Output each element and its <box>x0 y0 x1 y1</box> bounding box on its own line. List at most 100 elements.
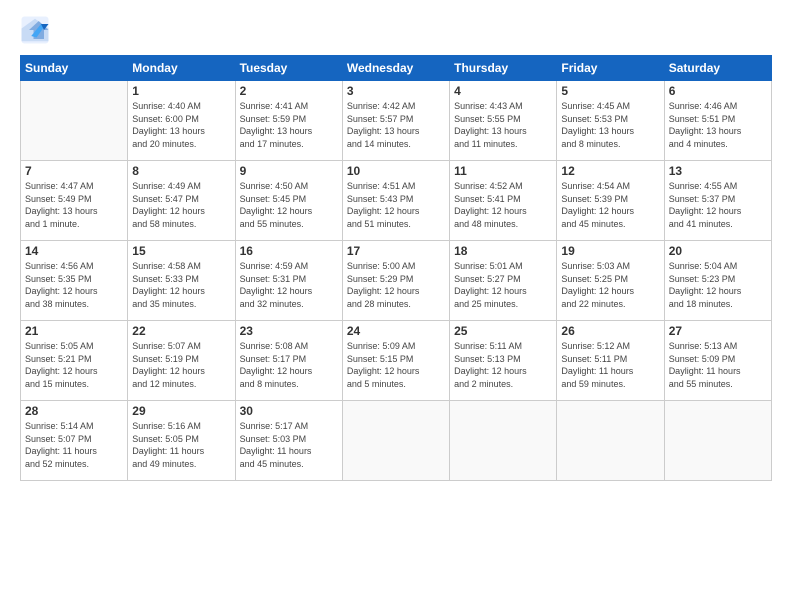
calendar-week-row: 1 Sunrise: 4:40 AM Sunset: 6:00 PM Daylig… <box>21 81 772 161</box>
day-number: 19 <box>561 244 659 258</box>
day-number: 12 <box>561 164 659 178</box>
calendar-table: SundayMondayTuesdayWednesdayThursdayFrid… <box>20 55 772 481</box>
calendar-cell: 7Sunrise: 4:47 AM Sunset: 5:49 PM Daylig… <box>21 161 128 241</box>
day-number: 3 <box>347 84 445 98</box>
calendar-cell: 12 Sunrise: 4:54 AM Sunset: 5:39 PM Dayli… <box>557 161 664 241</box>
day-detail: Sunrise: 5:13 AM Sunset: 5:09 PM Dayligh… <box>669 340 767 390</box>
weekday-header: Saturday <box>664 56 771 81</box>
calendar-cell: 3 Sunrise: 4:42 AM Sunset: 5:57 PM Daylig… <box>342 81 449 161</box>
day-detail: Sunrise: 5:07 AM Sunset: 5:19 PM Dayligh… <box>132 340 230 390</box>
day-detail: Sunrise: 4:41 AM Sunset: 5:59 PM Dayligh… <box>240 100 338 150</box>
day-number: 6 <box>669 84 767 98</box>
day-number: 5 <box>561 84 659 98</box>
day-detail: Sunrise: 4:59 AM Sunset: 5:31 PM Dayligh… <box>240 260 338 310</box>
day-number: 21 <box>25 324 123 338</box>
day-number: 30 <box>240 404 338 418</box>
calendar-cell: 21 Sunrise: 5:05 AM Sunset: 5:21 PM Dayli… <box>21 321 128 401</box>
calendar-cell <box>664 401 771 481</box>
day-detail: Sunrise: 4:50 AM Sunset: 5:45 PM Dayligh… <box>240 180 338 230</box>
day-number: 9 <box>240 164 338 178</box>
day-detail: Sunrise: 4:51 AM Sunset: 5:43 PM Dayligh… <box>347 180 445 230</box>
calendar-cell: 2 Sunrise: 4:41 AM Sunset: 5:59 PM Daylig… <box>235 81 342 161</box>
day-detail: Sunrise: 5:00 AM Sunset: 5:29 PM Dayligh… <box>347 260 445 310</box>
header <box>20 15 772 45</box>
day-detail: Sunrise: 5:04 AM Sunset: 5:23 PM Dayligh… <box>669 260 767 310</box>
calendar-cell: 4Sunrise: 4:43 AM Sunset: 5:55 PM Daylig… <box>450 81 557 161</box>
day-detail: Sunrise: 5:01 AM Sunset: 5:27 PM Dayligh… <box>454 260 552 310</box>
day-number: 17 <box>347 244 445 258</box>
calendar-cell: 19 Sunrise: 5:03 AM Sunset: 5:25 PM Dayli… <box>557 241 664 321</box>
calendar-cell: 11 Sunrise: 4:52 AM Sunset: 5:41 PM Dayli… <box>450 161 557 241</box>
calendar-week-row: 21 Sunrise: 5:05 AM Sunset: 5:21 PM Dayli… <box>21 321 772 401</box>
day-number: 29 <box>132 404 230 418</box>
calendar-cell: 9 Sunrise: 4:50 AM Sunset: 5:45 PM Daylig… <box>235 161 342 241</box>
day-detail: Sunrise: 5:14 AM Sunset: 5:07 PM Dayligh… <box>25 420 123 470</box>
day-detail: Sunrise: 4:49 AM Sunset: 5:47 PM Dayligh… <box>132 180 230 230</box>
calendar-cell: 1 Sunrise: 4:40 AM Sunset: 6:00 PM Daylig… <box>128 81 235 161</box>
day-detail: Sunrise: 5:11 AM Sunset: 5:13 PM Dayligh… <box>454 340 552 390</box>
calendar-week-row: 7Sunrise: 4:47 AM Sunset: 5:49 PM Daylig… <box>21 161 772 241</box>
logo <box>20 15 54 45</box>
day-detail: Sunrise: 5:12 AM Sunset: 5:11 PM Dayligh… <box>561 340 659 390</box>
day-detail: Sunrise: 5:08 AM Sunset: 5:17 PM Dayligh… <box>240 340 338 390</box>
page: SundayMondayTuesdayWednesdayThursdayFrid… <box>0 0 792 612</box>
calendar-cell: 5 Sunrise: 4:45 AM Sunset: 5:53 PM Daylig… <box>557 81 664 161</box>
day-number: 2 <box>240 84 338 98</box>
calendar-cell: 17 Sunrise: 5:00 AM Sunset: 5:29 PM Dayli… <box>342 241 449 321</box>
day-detail: Sunrise: 5:03 AM Sunset: 5:25 PM Dayligh… <box>561 260 659 310</box>
day-detail: Sunrise: 5:16 AM Sunset: 5:05 PM Dayligh… <box>132 420 230 470</box>
calendar-cell: 18 Sunrise: 5:01 AM Sunset: 5:27 PM Dayli… <box>450 241 557 321</box>
day-number: 16 <box>240 244 338 258</box>
day-detail: Sunrise: 4:40 AM Sunset: 6:00 PM Dayligh… <box>132 100 230 150</box>
calendar-cell: 24 Sunrise: 5:09 AM Sunset: 5:15 PM Dayli… <box>342 321 449 401</box>
day-number: 11 <box>454 164 552 178</box>
calendar-cell: 25Sunrise: 5:11 AM Sunset: 5:13 PM Dayli… <box>450 321 557 401</box>
calendar-cell: 15Sunrise: 4:58 AM Sunset: 5:33 PM Dayli… <box>128 241 235 321</box>
day-number: 28 <box>25 404 123 418</box>
day-number: 22 <box>132 324 230 338</box>
calendar-cell: 10 Sunrise: 4:51 AM Sunset: 5:43 PM Dayli… <box>342 161 449 241</box>
day-detail: Sunrise: 4:54 AM Sunset: 5:39 PM Dayligh… <box>561 180 659 230</box>
calendar-cell <box>557 401 664 481</box>
calendar-cell: 30Sunrise: 5:17 AM Sunset: 5:03 PM Dayli… <box>235 401 342 481</box>
day-number: 24 <box>347 324 445 338</box>
day-number: 23 <box>240 324 338 338</box>
calendar-week-row: 14 Sunrise: 4:56 AM Sunset: 5:35 PM Dayli… <box>21 241 772 321</box>
calendar-cell: 23 Sunrise: 5:08 AM Sunset: 5:17 PM Dayli… <box>235 321 342 401</box>
day-number: 18 <box>454 244 552 258</box>
calendar-cell: 14 Sunrise: 4:56 AM Sunset: 5:35 PM Dayli… <box>21 241 128 321</box>
weekday-header: Friday <box>557 56 664 81</box>
day-number: 15 <box>132 244 230 258</box>
day-number: 14 <box>25 244 123 258</box>
weekday-header: Sunday <box>21 56 128 81</box>
day-number: 10 <box>347 164 445 178</box>
weekday-header-row: SundayMondayTuesdayWednesdayThursdayFrid… <box>21 56 772 81</box>
calendar-cell: 20Sunrise: 5:04 AM Sunset: 5:23 PM Dayli… <box>664 241 771 321</box>
day-number: 27 <box>669 324 767 338</box>
calendar-cell: 13 Sunrise: 4:55 AM Sunset: 5:37 PM Dayli… <box>664 161 771 241</box>
day-detail: Sunrise: 4:52 AM Sunset: 5:41 PM Dayligh… <box>454 180 552 230</box>
day-number: 8 <box>132 164 230 178</box>
calendar-cell: 22 Sunrise: 5:07 AM Sunset: 5:19 PM Dayli… <box>128 321 235 401</box>
calendar-cell: 16 Sunrise: 4:59 AM Sunset: 5:31 PM Dayli… <box>235 241 342 321</box>
weekday-header: Thursday <box>450 56 557 81</box>
day-detail: Sunrise: 4:42 AM Sunset: 5:57 PM Dayligh… <box>347 100 445 150</box>
day-detail: Sunrise: 4:45 AM Sunset: 5:53 PM Dayligh… <box>561 100 659 150</box>
day-number: 1 <box>132 84 230 98</box>
day-detail: Sunrise: 4:56 AM Sunset: 5:35 PM Dayligh… <box>25 260 123 310</box>
day-detail: Sunrise: 4:47 AM Sunset: 5:49 PM Dayligh… <box>25 180 123 230</box>
day-detail: Sunrise: 4:55 AM Sunset: 5:37 PM Dayligh… <box>669 180 767 230</box>
day-number: 13 <box>669 164 767 178</box>
weekday-header: Monday <box>128 56 235 81</box>
day-detail: Sunrise: 5:09 AM Sunset: 5:15 PM Dayligh… <box>347 340 445 390</box>
weekday-header: Tuesday <box>235 56 342 81</box>
logo-icon <box>20 15 50 45</box>
day-number: 4 <box>454 84 552 98</box>
calendar-week-row: 28 Sunrise: 5:14 AM Sunset: 5:07 PM Dayli… <box>21 401 772 481</box>
calendar-cell <box>342 401 449 481</box>
calendar-cell: 29 Sunrise: 5:16 AM Sunset: 5:05 PM Dayli… <box>128 401 235 481</box>
calendar-cell: 6Sunrise: 4:46 AM Sunset: 5:51 PM Daylig… <box>664 81 771 161</box>
calendar-cell: 26Sunrise: 5:12 AM Sunset: 5:11 PM Dayli… <box>557 321 664 401</box>
calendar-cell: 8 Sunrise: 4:49 AM Sunset: 5:47 PM Daylig… <box>128 161 235 241</box>
day-detail: Sunrise: 5:05 AM Sunset: 5:21 PM Dayligh… <box>25 340 123 390</box>
